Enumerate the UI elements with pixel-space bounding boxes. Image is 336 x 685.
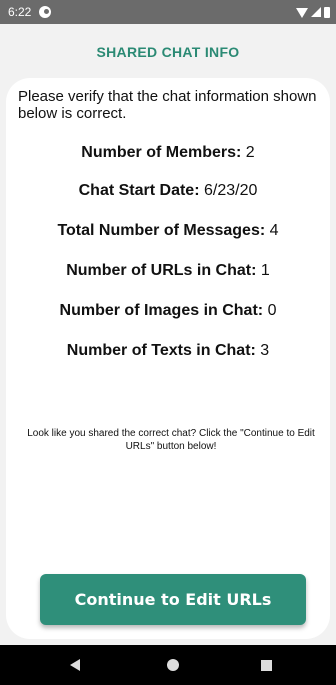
battery-icon xyxy=(324,6,330,18)
status-right xyxy=(296,6,330,18)
stat-label: Number of Members: xyxy=(81,144,242,161)
recents-icon[interactable] xyxy=(261,660,272,671)
navigation-bar xyxy=(0,645,336,685)
intro-text: Please verify that the chat information … xyxy=(18,88,317,122)
stat-label: Total Number of Messages: xyxy=(57,222,266,239)
stat-value: 3 xyxy=(260,342,270,359)
app-notification-icon xyxy=(39,6,52,18)
stat-value: 1 xyxy=(260,262,270,279)
stat-value: 2 xyxy=(245,144,255,161)
status-bar: 6:22 xyxy=(0,0,336,24)
stat-value: 6/23/20 xyxy=(203,182,258,199)
stat-label: Number of Images in Chat: xyxy=(59,302,264,319)
page-title: SHARED CHAT INFO xyxy=(96,44,240,60)
status-time: 6:22 xyxy=(8,5,32,19)
stat-images: Number of Images in Chat: 0 xyxy=(0,302,336,320)
stat-members: Number of Members: 2 xyxy=(0,144,336,162)
stat-value: 0 xyxy=(267,302,277,319)
stat-start-date: Chat Start Date: 6/23/20 xyxy=(0,182,336,200)
home-icon[interactable] xyxy=(167,659,179,671)
status-left: 6:22 xyxy=(8,5,52,19)
stat-label: Chat Start Date: xyxy=(78,182,200,199)
back-icon[interactable] xyxy=(70,659,80,671)
signal-icon xyxy=(311,7,321,17)
stat-urls: Number of URLs in Chat: 1 xyxy=(0,262,336,280)
stat-label: Number of URLs in Chat: xyxy=(66,262,257,279)
stat-label: Number of Texts in Chat: xyxy=(66,342,256,359)
stat-value: 4 xyxy=(269,222,279,239)
stat-texts: Number of Texts in Chat: 3 xyxy=(0,342,336,360)
continue-to-edit-urls-button[interactable]: Continue to Edit URLs xyxy=(40,574,306,625)
instruction-note: Look like you shared the correct chat? C… xyxy=(27,428,315,452)
stat-total-messages: Total Number of Messages: 4 xyxy=(0,222,336,240)
wifi-icon xyxy=(296,8,308,18)
